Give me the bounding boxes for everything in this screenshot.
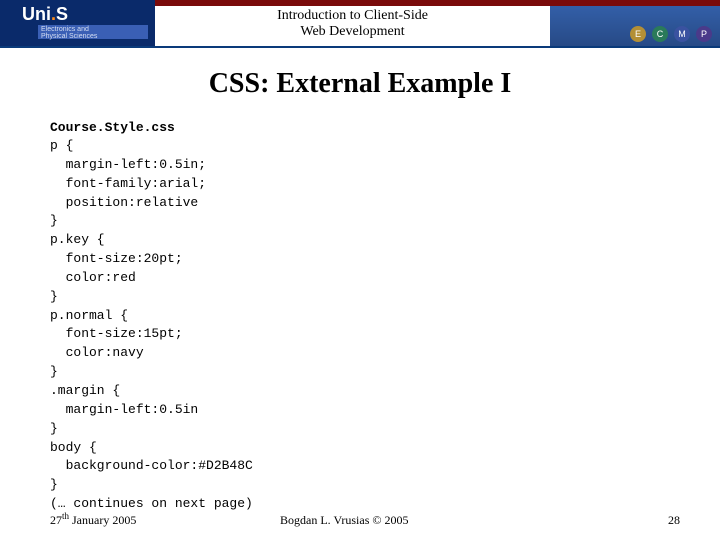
uni-prefix: Uni [22, 4, 51, 24]
footer-author: Bogdan L. Vrusias © 2005 [280, 513, 409, 528]
slide-header: Uni.S Electronics and Physical Sciences … [0, 0, 720, 46]
code-filename: Course.Style.css [50, 120, 670, 135]
header-divider [0, 46, 720, 48]
slide-title: CSS: External Example I [0, 68, 720, 100]
date-ordinal: th [62, 511, 69, 521]
department-label: Electronics and Physical Sciences [38, 25, 148, 39]
uni-suffix: S [56, 4, 68, 24]
course-line1: Introduction to Client-Side [155, 8, 550, 24]
slide-content: Course.Style.css p { margin-left:0.5in; … [50, 120, 670, 514]
course-title-block: Introduction to Client-Side Web Developm… [155, 6, 550, 46]
course-line2: Web Development [155, 24, 550, 40]
footer-page-number: 28 [668, 513, 680, 528]
date-rest: January 2005 [69, 513, 136, 527]
uni-logo-block: Uni.S Electronics and Physical Sciences [0, 0, 155, 46]
uni-logo-text: Uni.S [22, 4, 68, 25]
header-right-banner: E C M P [550, 6, 720, 46]
header-badge-row: E C M P [630, 26, 712, 42]
footer-date: 27th January 2005 [50, 511, 136, 528]
badge-m-icon: M [674, 26, 690, 42]
dept-line1: Electronics and [41, 26, 145, 33]
badge-c-icon: C [652, 26, 668, 42]
code-block: p { margin-left:0.5in; font-family:arial… [50, 137, 670, 514]
badge-p-icon: P [696, 26, 712, 42]
badge-e-icon: E [630, 26, 646, 42]
date-day: 27 [50, 513, 62, 527]
dept-line2: Physical Sciences [41, 33, 145, 40]
